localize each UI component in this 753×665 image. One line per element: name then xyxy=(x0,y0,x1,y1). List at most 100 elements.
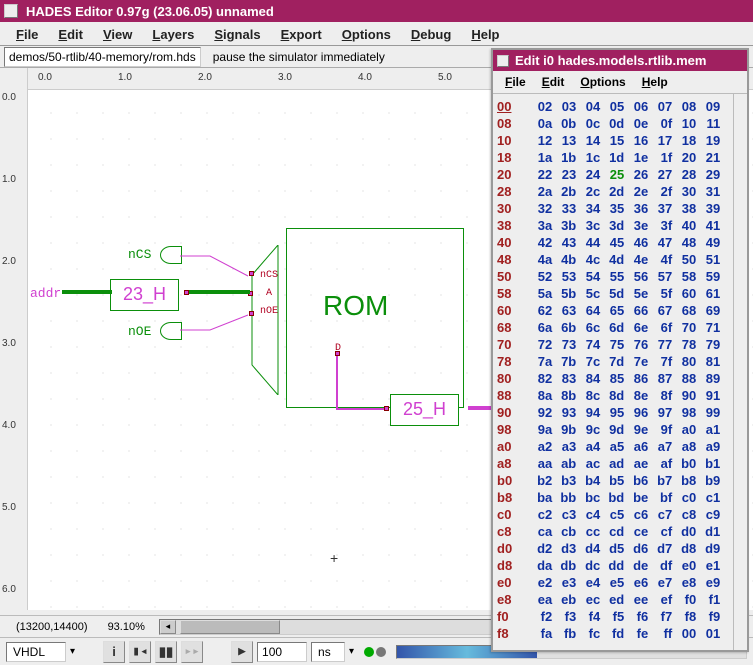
memory-row[interactable]: d8 dadbdcdddedfe0e1 xyxy=(497,557,729,574)
memory-cell[interactable]: eb xyxy=(552,591,576,608)
memory-cell[interactable]: 89 xyxy=(696,370,720,387)
memory-cell[interactable]: df xyxy=(648,557,672,574)
memory-cell[interactable]: 73 xyxy=(552,336,576,353)
memory-cell[interactable]: b3 xyxy=(552,472,576,489)
memory-row[interactable]: b0 b2b3b4b5b6b7b8b9 xyxy=(497,472,729,489)
memory-cell[interactable]: 1c xyxy=(576,149,600,166)
memory-cell[interactable]: 2d xyxy=(600,183,624,200)
memory-cell[interactable]: 52 xyxy=(528,268,552,285)
memory-editor-window[interactable]: Edit i0 hades.models.rtlib.mem FileEditO… xyxy=(491,48,749,652)
info-button[interactable]: i xyxy=(103,641,125,663)
memory-cell[interactable]: 57 xyxy=(648,268,672,285)
memory-row[interactable]: 48 4a4b4c4d4e4f5051 xyxy=(497,251,729,268)
memory-cell[interactable]: b8 xyxy=(672,472,696,489)
memory-cell[interactable]: f5 xyxy=(600,608,624,625)
memory-cell[interactable]: 69 xyxy=(696,302,720,319)
memory-cell[interactable]: 84 xyxy=(576,370,600,387)
memory-cell[interactable]: 96 xyxy=(624,404,648,421)
memory-cell[interactable]: 06 xyxy=(624,98,648,115)
memory-cell[interactable]: 67 xyxy=(648,302,672,319)
memory-cell[interactable]: 33 xyxy=(552,200,576,217)
memory-cell[interactable]: d3 xyxy=(552,540,576,557)
memory-cell[interactable]: ea xyxy=(528,591,552,608)
memory-row[interactable]: 38 3a3b3c3d3e3f4041 xyxy=(497,217,729,234)
memory-menu-edit[interactable]: Edit xyxy=(534,73,573,91)
memory-cell[interactable]: d2 xyxy=(528,540,552,557)
memory-row[interactable]: f8 fafbfcfdfeff0001 xyxy=(497,625,729,642)
memory-cell[interactable]: 4b xyxy=(552,251,576,268)
memory-cell[interactable]: 1d xyxy=(600,149,624,166)
memory-cell[interactable]: c6 xyxy=(624,506,648,523)
memory-cell[interactable]: b7 xyxy=(648,472,672,489)
memory-cell[interactable]: ff xyxy=(648,625,672,642)
menu-edit[interactable]: Edit xyxy=(48,24,93,43)
memory-cell[interactable]: 0f xyxy=(648,115,672,132)
memory-row[interactable]: 88 8a8b8c8d8e8f9091 xyxy=(497,387,729,404)
memory-cell[interactable]: e0 xyxy=(672,557,696,574)
memory-title-bar[interactable]: Edit i0 hades.models.rtlib.mem xyxy=(493,50,747,71)
memory-row[interactable]: c0 c2c3c4c5c6c7c8c9 xyxy=(497,506,729,523)
memory-cell[interactable]: 05 xyxy=(600,98,624,115)
memory-cell[interactable]: aa xyxy=(528,455,552,472)
memory-cell[interactable]: e4 xyxy=(576,574,600,591)
play-button[interactable]: ▶ xyxy=(231,641,253,663)
memory-cell[interactable]: 5b xyxy=(552,285,576,302)
memory-cell[interactable]: 6c xyxy=(576,319,600,336)
main-title-bar[interactable]: HADES Editor 0.97g (23.06.05) unnamed xyxy=(0,0,753,22)
memory-cell[interactable]: e3 xyxy=(552,574,576,591)
memory-cell[interactable]: 81 xyxy=(696,353,720,370)
memory-cell[interactable]: 45 xyxy=(600,234,624,251)
memory-cell[interactable]: 3f xyxy=(648,217,672,234)
memory-cell[interactable]: b6 xyxy=(624,472,648,489)
memory-window-icon[interactable] xyxy=(497,55,509,67)
memory-cell[interactable]: b1 xyxy=(696,455,720,472)
memory-cell[interactable]: d5 xyxy=(600,540,624,557)
memory-row[interactable]: d0 d2d3d4d5d6d7d8d9 xyxy=(497,540,729,557)
memory-cell[interactable]: 10 xyxy=(672,115,696,132)
memory-cell[interactable]: f4 xyxy=(576,608,600,625)
memory-cell[interactable]: f7 xyxy=(648,608,672,625)
dropdown-icon[interactable]: ▾ xyxy=(70,646,75,657)
memory-cell[interactable]: 5d xyxy=(600,285,624,302)
memory-cell[interactable]: b0 xyxy=(672,455,696,472)
memory-cell[interactable]: 7e xyxy=(624,353,648,370)
memory-cell[interactable]: 49 xyxy=(696,234,720,251)
memory-cell[interactable]: 75 xyxy=(600,336,624,353)
memory-cell[interactable]: 4c xyxy=(576,251,600,268)
memory-cell[interactable]: cc xyxy=(576,523,600,540)
menu-options[interactable]: Options xyxy=(332,24,401,43)
memory-cell[interactable]: 19 xyxy=(696,132,720,149)
memory-cell[interactable]: ac xyxy=(576,455,600,472)
memory-cell[interactable]: 50 xyxy=(672,251,696,268)
memory-cell[interactable]: 13 xyxy=(552,132,576,149)
memory-cell[interactable]: ba xyxy=(528,489,552,506)
memory-cell[interactable]: 97 xyxy=(648,404,672,421)
memory-cell[interactable]: 78 xyxy=(672,336,696,353)
memory-cell[interactable]: 80 xyxy=(672,353,696,370)
memory-cell[interactable]: 43 xyxy=(552,234,576,251)
memory-row[interactable]: 60 6263646566676869 xyxy=(497,302,729,319)
memory-cell[interactable]: e6 xyxy=(624,574,648,591)
memory-cell[interactable]: 24 xyxy=(576,166,600,183)
memory-row[interactable]: 78 7a7b7c7d7e7f8081 xyxy=(497,353,729,370)
memory-cell[interactable]: b9 xyxy=(696,472,720,489)
memory-cell[interactable]: 03 xyxy=(552,98,576,115)
memory-cell[interactable]: 60 xyxy=(672,285,696,302)
memory-row[interactable]: 90 9293949596979899 xyxy=(497,404,729,421)
memory-cell[interactable]: 94 xyxy=(576,404,600,421)
memory-row[interactable]: b8 babbbcbdbebfc0c1 xyxy=(497,489,729,506)
memory-cell[interactable]: 66 xyxy=(624,302,648,319)
memory-cell[interactable]: bb xyxy=(552,489,576,506)
memory-cell[interactable]: 85 xyxy=(600,370,624,387)
memory-cell[interactable]: 41 xyxy=(696,217,720,234)
memory-cell[interactable]: 63 xyxy=(552,302,576,319)
memory-cell[interactable]: 7d xyxy=(600,353,624,370)
memory-cell[interactable]: 04 xyxy=(576,98,600,115)
memory-cell[interactable]: 14 xyxy=(576,132,600,149)
memory-cell[interactable]: 2e xyxy=(624,183,648,200)
memory-row[interactable]: a0 a2a3a4a5a6a7a8a9 xyxy=(497,438,729,455)
memory-menu-file[interactable]: File xyxy=(497,73,534,91)
memory-cell[interactable]: 26 xyxy=(624,166,648,183)
memory-cell[interactable]: 92 xyxy=(528,404,552,421)
menu-file[interactable]: File xyxy=(6,24,48,43)
